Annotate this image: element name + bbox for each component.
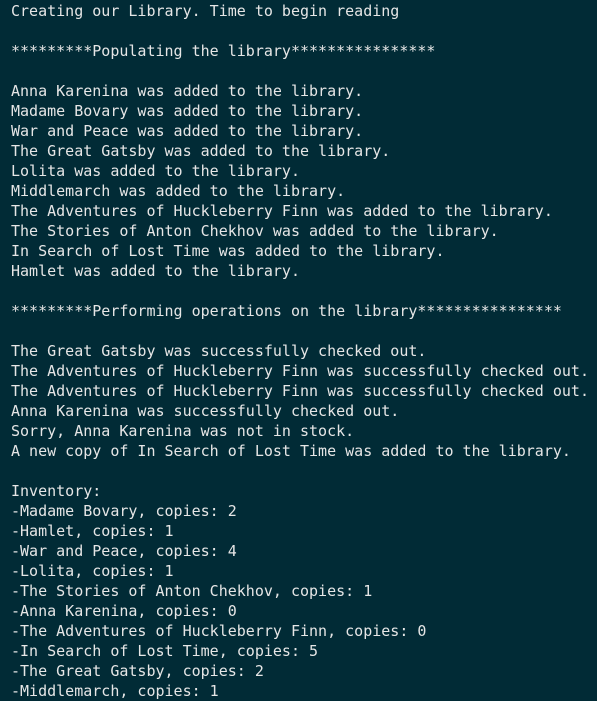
output-line: The Adventures of Huckleberry Finn was a… bbox=[11, 202, 553, 220]
inventory-header: Inventory: bbox=[11, 482, 102, 500]
output-line: Anna Karenina was added to the library. bbox=[11, 82, 364, 100]
inventory-item: -Middlemarch, copies: 1 bbox=[11, 682, 219, 700]
output-line: Lolita was added to the library. bbox=[11, 162, 300, 180]
inventory-item: -Madame Bovary, copies: 2 bbox=[11, 502, 237, 520]
output-line: The Adventures of Huckleberry Finn was s… bbox=[11, 362, 589, 380]
section-header-operations: *********Performing operations on the li… bbox=[11, 302, 562, 320]
terminal-output[interactable]: Creating our Library. Time to begin read… bbox=[0, 0, 597, 701]
output-line: Anna Karenina was successfully checked o… bbox=[11, 402, 400, 420]
inventory-item: -The Stories of Anton Chekhov, copies: 1 bbox=[11, 582, 373, 600]
output-line: A new copy of In Search of Lost Time was… bbox=[11, 442, 571, 460]
inventory-item: -War and Peace, copies: 4 bbox=[11, 542, 237, 560]
output-line: In Search of Lost Time was added to the … bbox=[11, 242, 445, 260]
inventory-item: -Lolita, copies: 1 bbox=[11, 562, 174, 580]
output-line: The Stories of Anton Chekhov was added t… bbox=[11, 222, 499, 240]
inventory-item: -The Great Gatsby, copies: 2 bbox=[11, 662, 264, 680]
inventory-item: -The Adventures of Huckleberry Finn, cop… bbox=[11, 622, 427, 640]
section-header-populating: *********Populating the library*********… bbox=[11, 42, 436, 60]
inventory-item: -Hamlet, copies: 1 bbox=[11, 522, 174, 540]
output-line: War and Peace was added to the library. bbox=[11, 122, 364, 140]
output-line: The Adventures of Huckleberry Finn was s… bbox=[11, 382, 589, 400]
output-line: Hamlet was added to the library. bbox=[11, 262, 300, 280]
output-line: The Great Gatsby was added to the librar… bbox=[11, 142, 391, 160]
output-line: Sorry, Anna Karenina was not in stock. bbox=[11, 422, 355, 440]
output-line: Creating our Library. Time to begin read… bbox=[11, 2, 400, 20]
output-line: The Great Gatsby was successfully checke… bbox=[11, 342, 427, 360]
inventory-item: -Anna Karenina, copies: 0 bbox=[11, 602, 237, 620]
output-line: Madame Bovary was added to the library. bbox=[11, 102, 364, 120]
output-line: Middlemarch was added to the library. bbox=[11, 182, 346, 200]
inventory-item: -In Search of Lost Time, copies: 5 bbox=[11, 642, 319, 660]
